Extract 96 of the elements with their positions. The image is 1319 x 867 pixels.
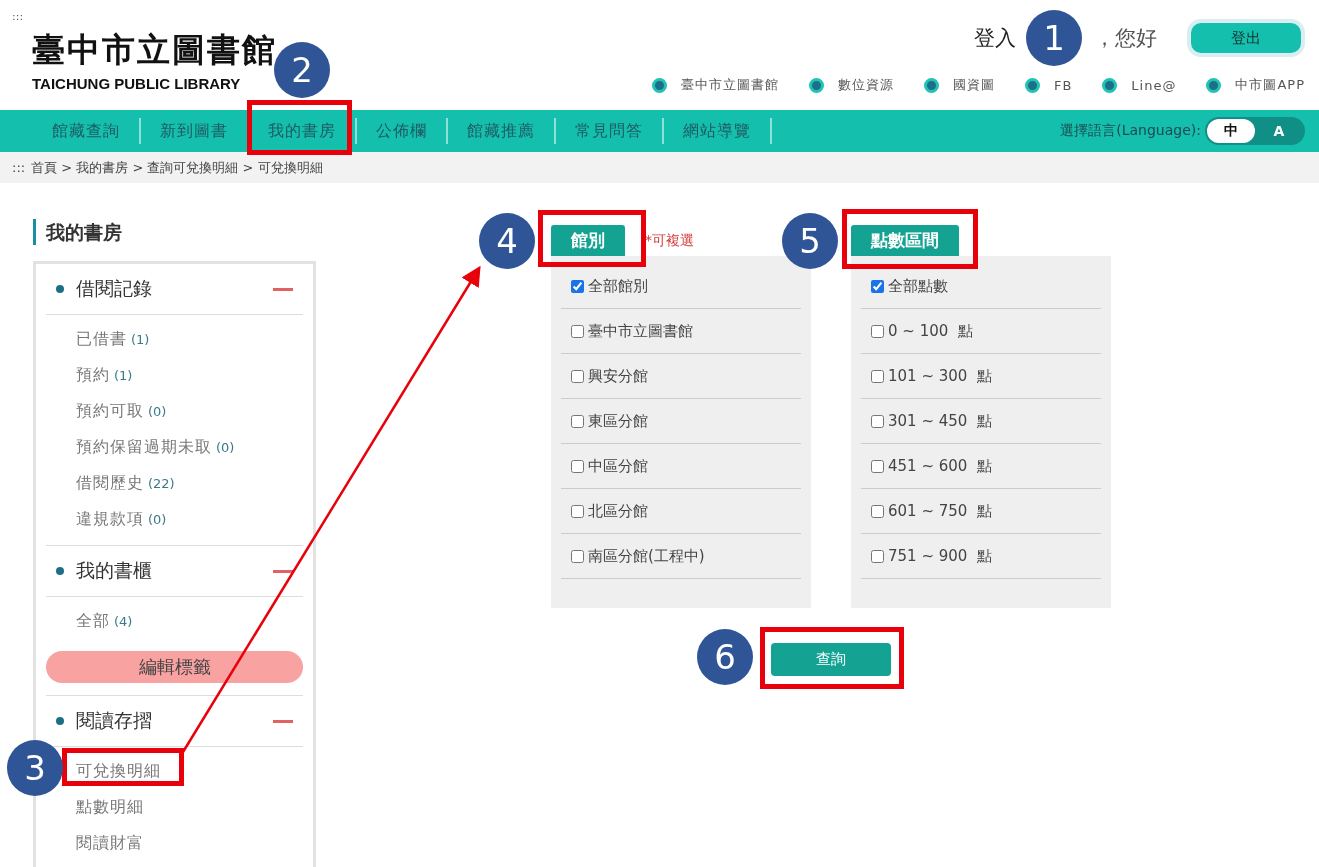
option-label: 興安分館 (588, 366, 648, 386)
language-option[interactable]: 中 (1207, 119, 1255, 143)
filter-tab[interactable]: 點數區間 (851, 225, 959, 256)
collapse-icon[interactable] (273, 719, 293, 723)
option-label: 臺中市立圖書館 (588, 321, 693, 341)
bullet-icon (1024, 77, 1040, 93)
header-link[interactable]: Line@ (1131, 77, 1177, 93)
sidebar-title: 我的書房 (33, 219, 316, 245)
checkbox[interactable] (571, 549, 584, 563)
nav-item[interactable]: 公佈欄 (357, 118, 448, 144)
skip-mark: ::: (12, 160, 26, 175)
step-marker: 6 (697, 629, 753, 685)
checkbox[interactable] (871, 369, 884, 383)
checkbox[interactable] (571, 504, 584, 518)
option-label: 601 ~ 750 點 (888, 501, 992, 521)
logo-title: 臺中市立圖書館 (32, 29, 277, 71)
item-count: (0) (148, 512, 167, 527)
step-marker: 5 (782, 213, 838, 269)
search-button[interactable]: 查詢 (771, 643, 891, 676)
skip-mark: ::: (12, 12, 25, 22)
bullet-icon (808, 77, 824, 93)
nav-item[interactable]: 網站導覽 (664, 118, 772, 144)
item-count: (0) (216, 440, 235, 455)
collapse-icon[interactable] (273, 569, 293, 573)
header-link[interactable]: 臺中市立圖書館 (680, 76, 779, 94)
language-option[interactable]: A (1255, 119, 1303, 143)
checkbox[interactable] (571, 279, 584, 293)
checkbox[interactable] (871, 504, 884, 518)
header-link[interactable]: FB (1053, 77, 1073, 93)
edit-tags-button[interactable]: 編輯標籤 (46, 651, 303, 683)
nav-item[interactable]: 常見問答 (556, 118, 664, 144)
item-count: (1) (131, 332, 150, 347)
sidebar-item[interactable]: 預約可取 (76, 401, 144, 420)
logo-subtitle: TAICHUNG PUBLIC LIBRARY (32, 75, 242, 92)
sidebar-item[interactable]: 點數明細 (76, 797, 144, 816)
logout-button[interactable]: 登出 (1187, 19, 1305, 57)
filter-tab[interactable]: 館別 (551, 225, 625, 256)
option-label: 0 ~ 100 點 (888, 321, 973, 341)
greeting-text: ，您好 (1094, 25, 1157, 52)
checkbox[interactable] (871, 549, 884, 563)
bullet-icon (56, 567, 64, 575)
checkbox[interactable] (871, 459, 884, 473)
header-link[interactable]: 數位資源 (837, 76, 894, 94)
bullet-icon (651, 77, 667, 93)
option-label: 101 ~ 300 點 (888, 366, 992, 386)
sidebar-item[interactable]: 可兌換明細 (76, 761, 161, 780)
item-count: (22) (148, 476, 175, 491)
sidebar-item[interactable]: 違規款項 (76, 509, 144, 528)
sidebar-item[interactable]: 全部 (76, 611, 110, 630)
collapse-icon[interactable] (273, 287, 293, 291)
bullet-icon (56, 285, 64, 293)
login-text: 登入 (974, 25, 1016, 52)
section-title[interactable]: 借閱記錄 (76, 276, 152, 302)
checkbox[interactable] (871, 414, 884, 428)
sidebar-item[interactable]: 閱讀財富 (76, 833, 144, 852)
sidebar-item[interactable]: 預約 (76, 365, 110, 384)
nav-item[interactable]: 新到圖書 (141, 118, 249, 144)
section-title[interactable]: 閱讀存摺 (76, 708, 152, 734)
checkbox[interactable] (871, 279, 884, 293)
sidebar-item[interactable]: 預約保留過期未取 (76, 437, 212, 456)
checkbox[interactable] (571, 369, 584, 383)
option-label: 全部館別 (588, 276, 648, 296)
checkbox[interactable] (571, 324, 584, 338)
filter-note: *可複選 (645, 232, 694, 250)
step-marker: 2 (274, 42, 330, 98)
option-label: 全部點數 (888, 276, 948, 296)
option-label: 北區分館 (588, 501, 648, 521)
nav-item[interactable]: 館藏查詢 (33, 118, 141, 144)
item-count: (0) (148, 404, 167, 419)
nav-item[interactable]: 館藏推薦 (448, 118, 556, 144)
header-link[interactable]: 中市圖APP (1235, 76, 1305, 94)
bullet-icon (923, 77, 939, 93)
header-link[interactable]: 國資圖 (952, 76, 995, 94)
option-label: 451 ~ 600 點 (888, 456, 992, 476)
bullet-icon (1102, 77, 1118, 93)
step-marker: 4 (479, 213, 535, 269)
breadcrumb: 首頁 > 我的書房 > 查詢可兌換明細 > 可兌換明細 (31, 158, 323, 177)
step-marker: 3 (7, 740, 63, 796)
checkbox[interactable] (571, 459, 584, 473)
nav-item[interactable]: 我的書房 (249, 118, 357, 144)
item-count: (4) (114, 614, 133, 629)
bullet-icon (56, 717, 64, 725)
sidebar-item[interactable]: 借閱歷史 (76, 473, 144, 492)
bullet-icon (1206, 77, 1222, 93)
step-marker: 1 (1026, 10, 1082, 66)
option-label: 301 ~ 450 點 (888, 411, 992, 431)
checkbox[interactable] (871, 324, 884, 338)
option-label: 中區分館 (588, 456, 648, 476)
option-label: 751 ~ 900 點 (888, 546, 992, 566)
option-label: 南區分館(工程中) (588, 546, 705, 566)
option-label: 東區分館 (588, 411, 648, 431)
checkbox[interactable] (571, 414, 584, 428)
sidebar-item[interactable]: 已借書 (76, 329, 127, 348)
language-label: 選擇語言(Language): (1060, 122, 1201, 140)
item-count: (1) (114, 368, 133, 383)
section-title[interactable]: 我的書櫃 (76, 558, 152, 584)
